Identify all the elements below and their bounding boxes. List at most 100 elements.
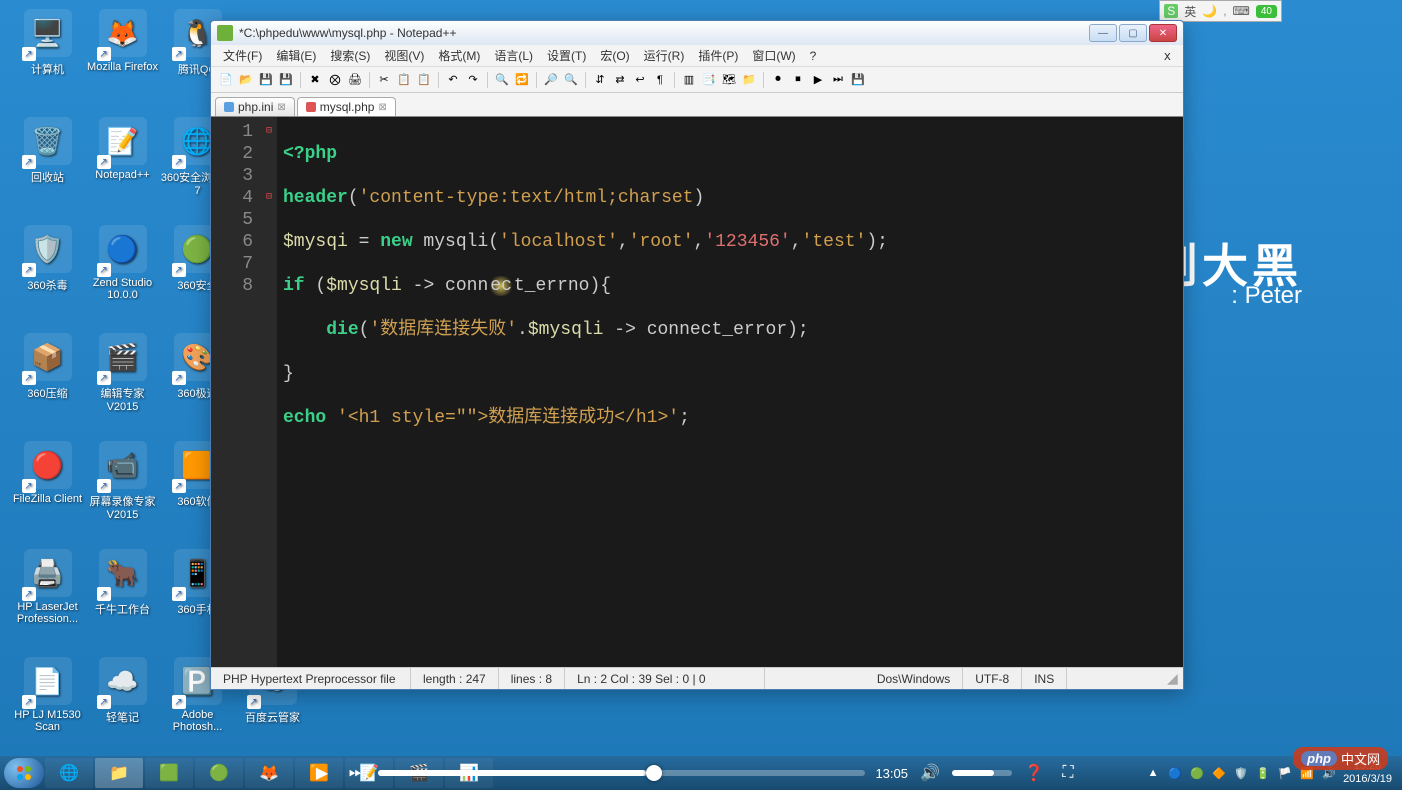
menu-item-6[interactable]: 设置(T) [541, 45, 592, 66]
desktop-icon-label: 计算机 [31, 61, 64, 77]
desktop-icon-8[interactable]: 🛡️360杀毒 [10, 221, 85, 327]
desktop-icon-label: 轻笔记 [106, 709, 139, 725]
desktop-icon-24[interactable]: 📄HP LJ M1530 Scan [10, 653, 85, 759]
file-tab-php.ini[interactable]: php.ini⊠ [215, 97, 295, 116]
zoom-in-icon[interactable]: 🔎 [542, 71, 560, 89]
taskbar-ie-icon[interactable]: 🌐 [45, 758, 93, 788]
redo-icon[interactable]: ↷ [464, 71, 482, 89]
desktop-icon-13[interactable]: 🎬编辑专家 V2015 [85, 329, 160, 435]
video-progress-bar[interactable] [378, 770, 865, 776]
desktop-icon-4[interactable]: 🗑️回收站 [10, 113, 85, 219]
indent-guide-icon[interactable]: ▥ [680, 71, 698, 89]
tray-flag-icon[interactable]: 🏳️ [1277, 765, 1293, 781]
desktop-icon-5[interactable]: 📝Notepad++ [85, 113, 160, 219]
func-list-icon[interactable]: 📑 [700, 71, 718, 89]
print-icon[interactable]: 🖨 [346, 71, 364, 89]
desktop-icon-glyph: 🔴 [24, 441, 72, 489]
save-macro-icon[interactable]: 💾 [849, 71, 867, 89]
status-position: Ln : 2 Col : 39 Sel : 0 | 0 [565, 668, 765, 689]
play-multi-icon[interactable]: ⏭ [829, 71, 847, 89]
tray-icon-2[interactable]: 🟢 [1189, 765, 1205, 781]
open-file-icon[interactable]: 📂 [237, 71, 255, 89]
desktop-icon-17[interactable]: 📹屏幕录像专家 V2015 [85, 437, 160, 543]
video-volume-bar[interactable] [952, 770, 1012, 776]
new-file-icon[interactable]: 📄 [217, 71, 235, 89]
wallpaper-subtitle: : Peter [1231, 282, 1302, 310]
undo-icon[interactable]: ↶ [444, 71, 462, 89]
ime-keyboard-icon[interactable]: ⌨ [1233, 4, 1250, 18]
video-volume-icon[interactable]: 🔊 [918, 761, 942, 785]
copy-icon[interactable]: 📋 [395, 71, 413, 89]
menu-item-4[interactable]: 格式(M) [432, 45, 486, 66]
menu-item-0[interactable]: 文件(F) [217, 45, 268, 66]
stop-icon[interactable]: ⏹ [789, 71, 807, 89]
taskbar-app1-icon[interactable]: 🟩 [145, 758, 193, 788]
tab-strip: php.ini⊠mysql.php⊠ [211, 93, 1183, 117]
save-all-icon[interactable]: 💾 [277, 71, 295, 89]
video-progress-knob[interactable] [646, 765, 662, 781]
tray-battery-icon[interactable]: 🔋 [1255, 765, 1271, 781]
desktop-icon-12[interactable]: 📦360压缩 [10, 329, 85, 435]
ime-toolbar[interactable]: S 英 🌙 , ⌨ 40 [1159, 0, 1282, 22]
menu-item-3[interactable]: 视图(V) [378, 45, 430, 66]
folder-icon[interactable]: 📁 [740, 71, 758, 89]
desktop-icon-label: HP LaserJet Profession... [10, 601, 85, 625]
code-content[interactable]: <?php header('content-type:text/html;cha… [277, 117, 1183, 667]
menu-item-8[interactable]: 运行(R) [638, 45, 691, 66]
mdi-close-icon[interactable]: x [1158, 49, 1177, 63]
taskbar-app3-icon[interactable]: 🦊 [245, 758, 293, 788]
tray-icon-1[interactable]: 🔵 [1167, 765, 1183, 781]
tab-close-icon[interactable]: ⊠ [378, 102, 386, 113]
taskbar-app2-icon[interactable]: 🟢 [195, 758, 243, 788]
close-button[interactable]: ✕ [1149, 24, 1177, 42]
paste-icon[interactable]: 📋 [415, 71, 433, 89]
fold-gutter[interactable]: ⊟⊟ [261, 117, 277, 667]
titlebar[interactable]: *C:\phpedu\www\mysql.php - Notepad++ — ▢… [211, 21, 1183, 45]
menu-item-10[interactable]: 窗口(W) [746, 45, 801, 66]
cut-icon[interactable]: ✂ [375, 71, 393, 89]
tray-icon-3[interactable]: 🔶 [1211, 765, 1227, 781]
tray-up-icon[interactable]: ▲ [1145, 765, 1161, 781]
menu-item-11[interactable]: ? [804, 47, 823, 65]
sync-h-icon[interactable]: ⇄ [611, 71, 629, 89]
menu-item-7[interactable]: 宏(O) [594, 45, 635, 66]
desktop-icon-0[interactable]: 🖥️计算机 [10, 5, 85, 111]
show-all-icon[interactable]: ¶ [651, 71, 669, 89]
tab-close-icon[interactable]: ⊠ [277, 102, 285, 113]
taskbar-explorer-icon[interactable]: 📁 [95, 758, 143, 788]
ime-moon-icon[interactable]: 🌙 [1202, 4, 1217, 18]
tray-shield-icon[interactable]: 🛡️ [1233, 765, 1249, 781]
video-settings-icon[interactable]: ❓ [1022, 761, 1046, 785]
desktop-icon-1[interactable]: 🦊Mozilla Firefox [85, 5, 160, 111]
minimize-button[interactable]: — [1089, 24, 1117, 42]
desktop-icon-16[interactable]: 🔴FileZilla Client [10, 437, 85, 543]
wrap-icon[interactable]: ↩ [631, 71, 649, 89]
desktop-icon-25[interactable]: ☁️轻笔记 [85, 653, 160, 759]
desktop-icon-21[interactable]: 🐂千牛工作台 [85, 545, 160, 651]
desktop-icon-20[interactable]: 🖨️HP LaserJet Profession... [10, 545, 85, 651]
play-icon[interactable]: ▶ [809, 71, 827, 89]
resize-grip-icon[interactable]: ◢ [1167, 670, 1183, 687]
close-file-icon[interactable]: ✖ [306, 71, 324, 89]
record-icon[interactable]: ⏺ [769, 71, 787, 89]
desktop-icon-9[interactable]: 🔵Zend Studio 10.0.0 [85, 221, 160, 327]
menu-item-9[interactable]: 插件(P) [692, 45, 744, 66]
start-button[interactable] [4, 758, 44, 788]
file-tab-mysql.php[interactable]: mysql.php⊠ [297, 97, 396, 116]
menu-item-1[interactable]: 编辑(E) [270, 45, 322, 66]
video-fullscreen-icon[interactable]: ⛶ [1056, 761, 1080, 785]
menu-item-5[interactable]: 语言(L) [488, 45, 539, 66]
menu-item-2[interactable]: 搜索(S) [324, 45, 376, 66]
video-next-button[interactable]: ⏭ [344, 761, 368, 785]
editor-area[interactable]: 12345678 ⊟⊟ <?php header('content-type:t… [211, 117, 1183, 667]
zoom-out-icon[interactable]: 🔍 [562, 71, 580, 89]
sync-v-icon[interactable]: ⇵ [591, 71, 609, 89]
maximize-button[interactable]: ▢ [1119, 24, 1147, 42]
doc-map-icon[interactable]: 🗺 [720, 71, 738, 89]
close-all-icon[interactable]: ⨂ [326, 71, 344, 89]
video-play-button[interactable]: ▶ [310, 761, 334, 785]
ime-lang-indicator[interactable]: 英 [1184, 3, 1196, 20]
replace-icon[interactable]: 🔁 [513, 71, 531, 89]
save-icon[interactable]: 💾 [257, 71, 275, 89]
find-icon[interactable]: 🔍 [493, 71, 511, 89]
